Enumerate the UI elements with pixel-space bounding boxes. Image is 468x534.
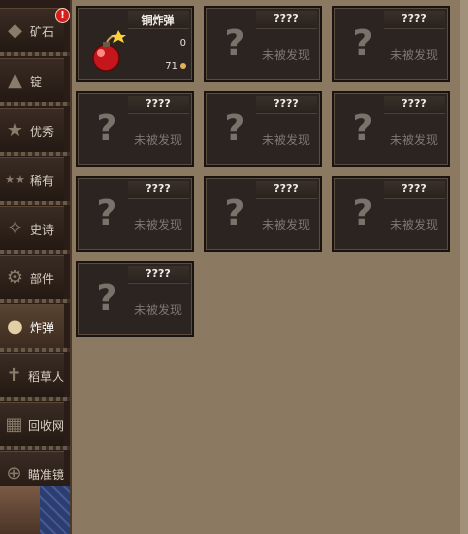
item-name: ???? — [273, 12, 299, 25]
crosshair-icon: ⊕ — [6, 463, 22, 484]
item-card-copper-bomb[interactable]: 铜炸弹 0 71 — [76, 6, 194, 82]
undiscovered-label: 未被发现 — [389, 48, 438, 62]
item-card-unknown[interactable]: ? ???? 未被发现 — [332, 91, 450, 167]
notification-badge: ! — [55, 8, 70, 23]
sidebar-item-label: 稻草人 — [27, 369, 64, 384]
question-mark-icon: ? — [224, 108, 246, 149]
scarecrow-icon: ✝ — [6, 365, 22, 386]
sidebar-item-label: 稀有 — [30, 173, 55, 188]
chain-divider — [0, 348, 70, 352]
item-card-unknown[interactable]: ? ???? 未被发现 — [332, 176, 450, 252]
chain-divider — [0, 52, 70, 56]
star-icon: ★ — [6, 120, 24, 141]
gear-icon: ⚙ — [6, 267, 24, 288]
sidebar-item-label: 史诗 — [30, 222, 55, 237]
item-name: ???? — [401, 12, 427, 25]
question-mark-icon: ? — [352, 193, 374, 234]
chain-divider — [0, 102, 70, 106]
question-mark-icon: ? — [96, 108, 118, 149]
sidebar-item-label: 优秀 — [30, 124, 55, 139]
net-icon: ▦ — [5, 414, 23, 435]
chain-divider — [0, 446, 70, 450]
undiscovered-label: 未被发现 — [261, 133, 310, 147]
item-card-unknown[interactable]: ? ???? 未被发现 — [76, 261, 194, 337]
sidebar-item-label: 部件 — [30, 271, 55, 286]
chain-divider — [0, 201, 70, 205]
item-count: 0 — [179, 38, 186, 49]
question-mark-icon: ? — [224, 23, 246, 64]
question-mark-icon: ? — [96, 278, 118, 319]
ore-icon: ◆ — [8, 20, 22, 41]
item-name: ???? — [145, 182, 171, 195]
sidebar-item-recycle-net[interactable]: ▦ 回收网 — [0, 402, 64, 448]
chain-divider — [0, 152, 70, 156]
undiscovered-label: 未被发现 — [133, 133, 182, 147]
item-name: ???? — [401, 182, 427, 195]
sidebar-item-scarecrow[interactable]: ✝ 稻草人 — [0, 353, 64, 399]
undiscovered-label: 未被发现 — [389, 133, 438, 147]
sidebar-item-label: 矿石 — [30, 24, 55, 39]
item-card-unknown[interactable]: ? ???? 未被发现 — [204, 176, 322, 252]
undiscovered-label: 未被发现 — [261, 218, 310, 232]
sidebar-item-parts[interactable]: ⚙ 部件 — [0, 255, 64, 301]
sidebar-item-epic[interactable]: ✧ 史诗 — [0, 206, 64, 252]
question-mark-icon: ? — [352, 108, 374, 149]
category-sidebar: ◆ 矿石 ! ▲ 锭 ★ 优秀 ★★ 稀有 ✧ 史诗 ⚙ 部件 ● 炸弹 ✝ 稻… — [0, 0, 72, 534]
item-card-unknown[interactable]: ? ???? 未被发现 — [204, 6, 322, 82]
undiscovered-label: 未被发现 — [389, 218, 438, 232]
question-mark-icon: ? — [352, 23, 374, 64]
coin-icon — [180, 63, 186, 69]
item-name: ???? — [145, 97, 171, 110]
sidebar-item-label: 锭 — [30, 74, 43, 89]
sidebar-item-rare[interactable]: ★★ 稀有 — [0, 157, 64, 203]
item-card-unknown[interactable]: ? ???? 未被发现 — [76, 91, 194, 167]
question-mark-icon: ? — [224, 193, 246, 234]
undiscovered-label: 未被发现 — [133, 303, 182, 317]
undiscovered-label: 未被发现 — [261, 48, 310, 62]
undiscovered-label: 未被发现 — [133, 218, 182, 232]
item-name: 铜炸弹 — [141, 14, 175, 27]
item-name: ???? — [401, 97, 427, 110]
item-card-unknown[interactable]: ? ???? 未被发现 — [332, 6, 450, 82]
background-scenery — [0, 486, 70, 534]
sidebar-item-label: 炸弹 — [30, 320, 55, 335]
copper-bomb-icon — [92, 30, 126, 72]
item-name: ???? — [145, 267, 171, 280]
chain-divider — [0, 397, 70, 401]
item-name: ???? — [273, 182, 299, 195]
item-price: 71 — [165, 61, 186, 72]
sidebar-item-bomb[interactable]: ● 炸弹 — [0, 304, 64, 350]
double-star-icon: ★★ — [5, 173, 25, 186]
scrollbar[interactable] — [460, 0, 468, 534]
item-card-unknown[interactable]: ? ???? 未被发现 — [76, 176, 194, 252]
item-name: ???? — [273, 97, 299, 110]
sidebar-item-excellent[interactable]: ★ 优秀 — [0, 108, 64, 154]
sidebar-item-ingot[interactable]: ▲ 锭 — [0, 58, 64, 104]
item-grid-panel: 铜炸弹 0 71 ? ???? 未被发现 ? ???? 未被发现 ? ???? … — [72, 0, 468, 534]
ingot-icon: ▲ — [8, 70, 22, 91]
sidebar-item-label: 回收网 — [27, 418, 64, 433]
sidebar-item-label: 瞄准镜 — [27, 467, 64, 482]
question-mark-icon: ? — [96, 193, 118, 234]
chain-divider — [0, 250, 70, 254]
epic-icon: ✧ — [7, 218, 23, 239]
chain-divider — [0, 299, 70, 303]
item-card-unknown[interactable]: ? ???? 未被发现 — [204, 91, 322, 167]
bomb-icon: ● — [7, 316, 23, 337]
